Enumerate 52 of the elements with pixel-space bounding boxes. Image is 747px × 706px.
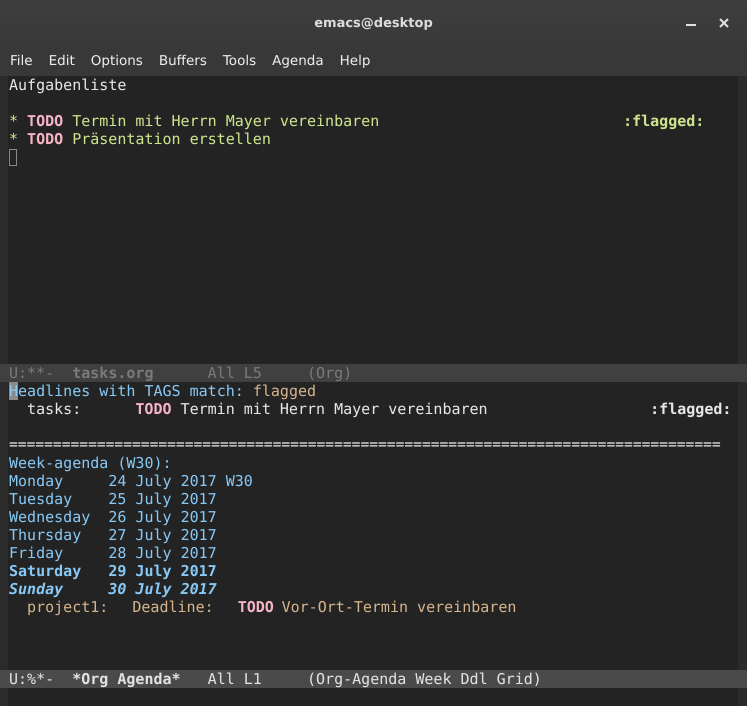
mode-line-status: U:**- [9, 364, 56, 382]
separator-line: ================================================================================= [9, 436, 721, 454]
day-date: 30 July 2017 [108, 580, 217, 598]
day-name: Saturday [9, 562, 82, 580]
day-name: Monday [9, 472, 64, 490]
day-date: 26 July 2017 [108, 508, 217, 526]
match-tags: :flagged: [650, 400, 732, 418]
header-value: flagged [252, 382, 316, 400]
day-name: Sunday [9, 580, 64, 598]
menu-item[interactable]: Edit [40, 53, 83, 69]
menu-item[interactable]: Options [82, 53, 151, 69]
agenda-title: Week-agenda (W30): [9, 454, 172, 472]
todo-keyword: TODO [27, 112, 64, 130]
day-name: Wednesday [9, 508, 92, 526]
day-date: 28 July 2017 [108, 544, 217, 562]
text-cursor [9, 148, 17, 166]
match-text: Termin mit Herrn Mayer vereinbaren [180, 400, 489, 418]
mode-line-position: All L1 [208, 670, 263, 688]
todo-keyword: TODO [135, 400, 173, 418]
category-label: project1: [27, 598, 110, 616]
major-mode: (Org-Agenda Week Ddl Grid) [306, 670, 542, 688]
heading-bullet: * [9, 112, 20, 130]
day-date: 25 July 2017 [108, 490, 217, 508]
day-name: Tuesday [9, 490, 74, 508]
day-date: 29 July 2017 [108, 562, 217, 580]
mode-line-status: U:%*- [9, 670, 56, 688]
todo-keyword: TODO [27, 130, 64, 148]
buffer-title: Aufgabenliste [9, 76, 126, 94]
buffer-name: tasks.org [72, 364, 154, 382]
menu-item[interactable]: Buffers [150, 53, 215, 69]
menu-item[interactable]: Agenda [264, 53, 332, 69]
todo-keyword: TODO [238, 598, 275, 616]
heading-text: Präsentation erstellen [72, 130, 272, 148]
mode-line-position: All L5 [208, 364, 263, 382]
heading-tags: :flagged: [623, 112, 704, 130]
close-icon[interactable] [719, 18, 729, 28]
heading-bullet: * [9, 130, 20, 148]
buffer-name: *Org Agenda* [72, 670, 182, 688]
day-date: 27 July 2017 [108, 526, 217, 544]
major-mode: (Org) [306, 364, 352, 382]
day-name: Friday [9, 544, 64, 562]
entry-text: Vor-Ort-Termin vereinbaren [282, 598, 518, 616]
day-date: 24 July 2017 [108, 472, 217, 490]
heading-text: Termin mit Herrn Mayer vereinbaren [72, 112, 380, 130]
menu-item[interactable]: Tools [214, 53, 264, 69]
entry-type: Deadline: [132, 598, 215, 616]
week-number: W30 [226, 472, 253, 490]
window-title: emacs@desktop [314, 16, 433, 30]
category-label: tasks: [27, 400, 82, 418]
menu-item[interactable]: Help [332, 53, 378, 69]
day-name: Thursday [9, 526, 82, 544]
menu-item[interactable]: File [2, 53, 41, 69]
